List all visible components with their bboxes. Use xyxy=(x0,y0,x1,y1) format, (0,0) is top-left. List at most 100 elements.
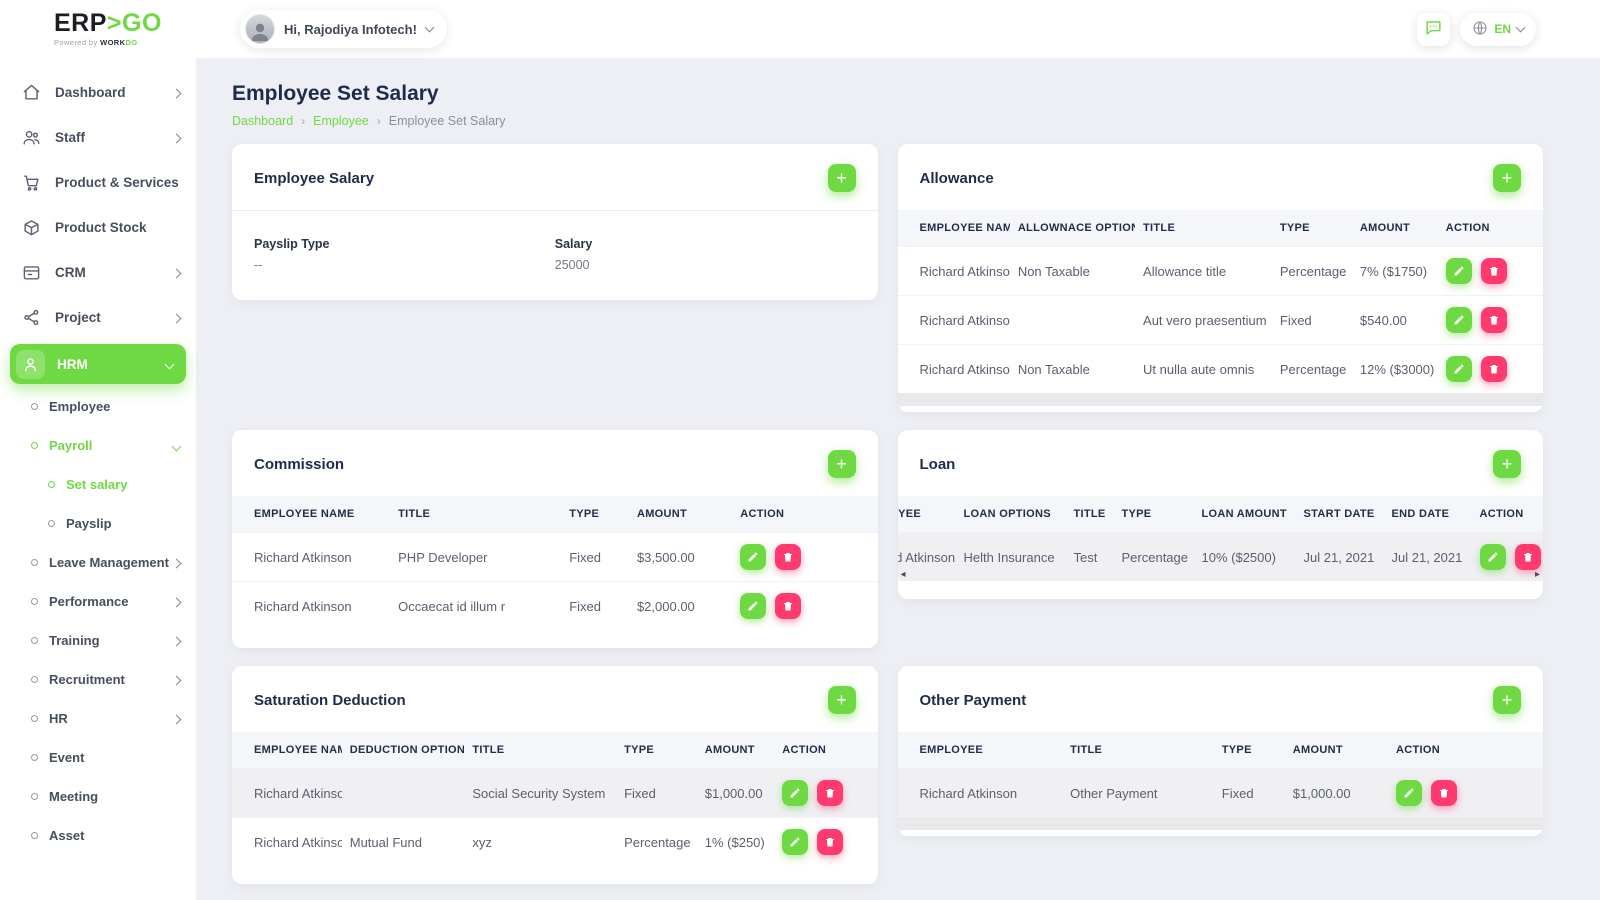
bullet-icon xyxy=(31,754,38,761)
sidebar-item-dashboard[interactable]: Dashboard xyxy=(0,70,196,115)
column-header: EMPLOYEE NAME xyxy=(232,496,390,533)
table-header-row: EMPLOYEE LOAN OPTIONS TITLE TYPE LOAN AM… xyxy=(898,496,1544,533)
sidebar-item-employee[interactable]: Employee xyxy=(0,387,196,426)
assistant-button[interactable] xyxy=(1417,13,1450,46)
app-logo[interactable]: ERP>GO Powered by WORKDO xyxy=(0,11,196,47)
trash-icon xyxy=(782,600,794,612)
pencil-icon xyxy=(1453,314,1465,326)
action-cell xyxy=(1438,345,1543,394)
column-header: EMPLOYEE NAME xyxy=(232,732,342,769)
card-header: Allowance + xyxy=(898,144,1544,210)
trash-icon xyxy=(782,551,794,563)
horizontal-scrollbar-track[interactable] xyxy=(898,817,1544,830)
column-header: ALLOWNACE OPTION xyxy=(1010,210,1135,247)
user-menu[interactable]: Hi, Rajodiya Infotech! xyxy=(240,10,447,48)
add-deduction-button[interactable]: + xyxy=(828,686,856,714)
sidebar-item-training[interactable]: Training xyxy=(0,621,196,660)
edit-button[interactable] xyxy=(1446,258,1472,284)
action-cell xyxy=(774,818,877,867)
breadcrumb-employee[interactable]: Employee xyxy=(313,114,369,128)
sidebar-item-product-services[interactable]: Product & Services xyxy=(0,160,196,205)
sidebar-item-payslip[interactable]: Payslip xyxy=(0,504,196,543)
add-loan-button[interactable]: + xyxy=(1493,450,1521,478)
sidebar-item-hr[interactable]: HR xyxy=(0,699,196,738)
cart-icon xyxy=(22,173,41,192)
action-cell xyxy=(774,769,877,818)
users-icon xyxy=(22,128,41,147)
table-header-row: EMPLOYEE NAME ALLOWNACE OPTION TITLE TYP… xyxy=(898,210,1544,247)
sidebar-item-staff[interactable]: Staff xyxy=(0,115,196,160)
pencil-icon xyxy=(1453,265,1465,277)
sidebar-item-product-stock[interactable]: Product Stock xyxy=(0,205,196,250)
bullet-icon xyxy=(31,793,38,800)
page-title: Employee Set Salary xyxy=(232,82,1543,106)
box-icon xyxy=(22,218,41,237)
chevron-right-icon xyxy=(173,710,180,728)
sidebar-item-event[interactable]: Event xyxy=(0,738,196,777)
edit-button[interactable] xyxy=(1446,356,1472,382)
add-salary-button[interactable]: + xyxy=(828,164,856,192)
sidebar-item-performance[interactable]: Performance xyxy=(0,582,196,621)
column-header: EMPLOYEE xyxy=(898,732,1063,769)
sidebar-item-asset[interactable]: Asset xyxy=(0,816,196,855)
action-cell xyxy=(1472,533,1544,582)
delete-button[interactable] xyxy=(1481,258,1507,284)
edit-button[interactable] xyxy=(782,829,808,855)
chevron-right-icon xyxy=(173,129,180,147)
column-header: EMPLOYEE xyxy=(898,496,956,533)
language-selector[interactable]: EN xyxy=(1460,13,1536,46)
delete-button[interactable] xyxy=(775,544,801,570)
salary-field: Salary 25000 xyxy=(555,237,856,272)
column-header: TYPE xyxy=(1114,496,1194,533)
sidebar-item-recruitment[interactable]: Recruitment xyxy=(0,660,196,699)
loan-table-scroll[interactable]: EMPLOYEE LOAN OPTIONS TITLE TYPE LOAN AM… xyxy=(898,496,1544,581)
column-header: DEDUCTION OPTION xyxy=(342,732,465,769)
add-other-payment-button[interactable]: + xyxy=(1493,686,1521,714)
column-header: TITLE xyxy=(390,496,561,533)
edit-button[interactable] xyxy=(782,780,808,806)
edit-button[interactable] xyxy=(1396,780,1422,806)
column-header: ACTION xyxy=(1472,496,1544,533)
delete-button[interactable] xyxy=(775,593,801,619)
delete-button[interactable] xyxy=(1515,544,1541,570)
sidebar-item-meeting[interactable]: Meeting xyxy=(0,777,196,816)
sidebar-item-project[interactable]: Project xyxy=(0,295,196,340)
add-commission-button[interactable]: + xyxy=(828,450,856,478)
sidebar-item-leave-management[interactable]: Leave Management xyxy=(0,543,196,582)
table-row: Richard Atkinson Occaecat id illum r Fix… xyxy=(232,582,878,631)
chevron-right-icon xyxy=(173,671,180,689)
chevron-right-icon xyxy=(173,264,180,282)
card-header: Employee Salary + xyxy=(232,144,878,211)
sidebar-item-hrm[interactable]: HRM xyxy=(10,344,186,384)
action-cell xyxy=(1438,247,1543,296)
add-allowance-button[interactable]: + xyxy=(1493,164,1521,192)
column-header: TITLE xyxy=(464,732,616,769)
person-icon xyxy=(16,350,45,379)
home-icon xyxy=(22,83,41,102)
delete-button[interactable] xyxy=(1431,780,1457,806)
sidebar-item-crm[interactable]: CRM xyxy=(0,250,196,295)
delete-button[interactable] xyxy=(817,780,843,806)
edit-button[interactable] xyxy=(1480,544,1506,570)
table-header-row: EMPLOYEE TITLE TYPE AMOUNT ACTION xyxy=(898,732,1544,769)
delete-button[interactable] xyxy=(1481,307,1507,333)
delete-button[interactable] xyxy=(817,829,843,855)
horizontal-scrollbar-track[interactable] xyxy=(898,393,1544,406)
column-header: TYPE xyxy=(616,732,697,769)
edit-button[interactable] xyxy=(740,593,766,619)
sidebar-item-set-salary[interactable]: Set salary xyxy=(0,465,196,504)
breadcrumb: Dashboard › Employee › Employee Set Sala… xyxy=(232,114,1543,128)
table-header-row: EMPLOYEE NAME DEDUCTION OPTION TITLE TYP… xyxy=(232,732,878,769)
breadcrumb-dashboard[interactable]: Dashboard xyxy=(232,114,293,128)
loan-table: EMPLOYEE LOAN OPTIONS TITLE TYPE LOAN AM… xyxy=(898,496,1544,581)
sidebar-item-payroll[interactable]: Payroll xyxy=(0,426,196,465)
card-title: Saturation Deduction xyxy=(254,692,406,709)
delete-button[interactable] xyxy=(1481,356,1507,382)
chevron-right-icon xyxy=(173,632,180,650)
column-header: EMPLOYEE NAME xyxy=(898,210,1010,247)
edit-button[interactable] xyxy=(1446,307,1472,333)
bullet-icon xyxy=(31,403,38,410)
action-cell xyxy=(1388,769,1543,818)
action-cell xyxy=(732,582,877,631)
edit-button[interactable] xyxy=(740,544,766,570)
